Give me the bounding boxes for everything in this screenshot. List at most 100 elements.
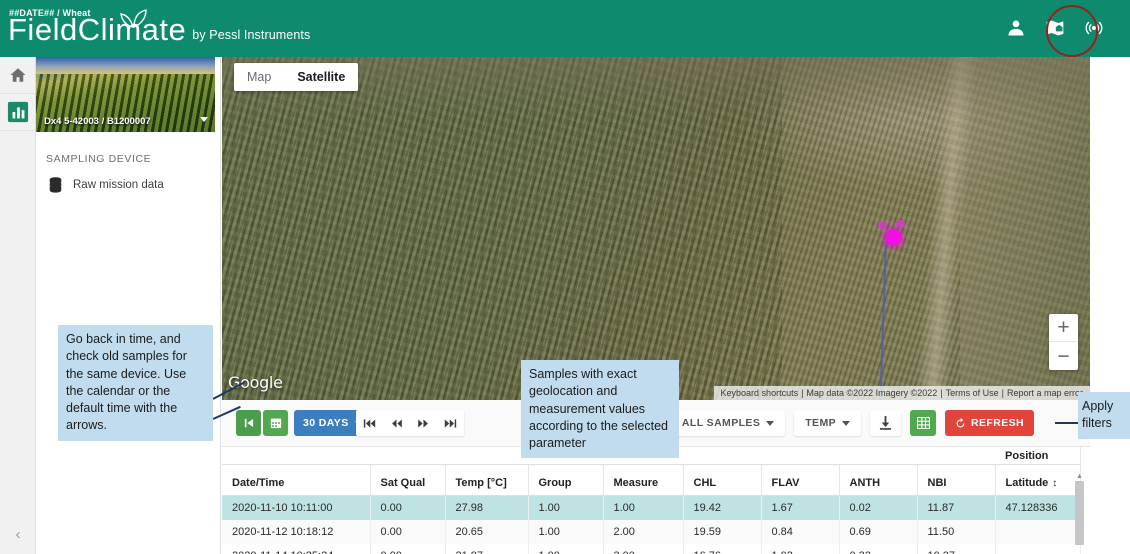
- refresh-button[interactable]: REFRESH: [945, 410, 1034, 436]
- user-icon[interactable]: [1006, 18, 1026, 38]
- attrib-keyboard-shortcuts[interactable]: Keyboard shortcuts: [721, 388, 799, 398]
- table-row[interactable]: 2020-11-12 10:18:12 0.00 20.65 1.00 2.00…: [222, 520, 1081, 544]
- nav-last-button[interactable]: [437, 410, 464, 436]
- date-range-label: 30 DAYS: [303, 417, 349, 429]
- time-nav-group: [356, 410, 464, 436]
- station-map-icon[interactable]: [1045, 18, 1065, 38]
- sample-cluster-fleck-1: [878, 221, 887, 229]
- cell-latitude: [995, 520, 1081, 544]
- map-type-map[interactable]: Map: [234, 63, 285, 91]
- left-rail: ‹: [0, 57, 36, 554]
- map-type-toggle[interactable]: Map Satellite: [234, 63, 359, 91]
- download-icon: [879, 416, 892, 430]
- group-header-position: Position: [995, 447, 1081, 465]
- column-header-date-time[interactable]: Date/Time: [222, 464, 371, 496]
- scrollbar-thumb[interactable]: [1075, 481, 1084, 545]
- sidebar: Dx4 5-42003 / B1200007 SAMPLING DEVICE R…: [36, 57, 221, 554]
- cell-temp: 21.87: [445, 544, 529, 554]
- rail-item-home[interactable]: [0, 57, 35, 94]
- brand-tagline: by Pessl Instruments: [192, 28, 311, 42]
- cell-measure: 3.00: [603, 544, 684, 554]
- cell-latitude: 47.128336: [995, 495, 1081, 520]
- cell-chl: 19.59: [683, 520, 762, 544]
- cell-group: 1.00: [528, 520, 604, 544]
- nav-first-button[interactable]: [356, 410, 383, 436]
- brand-logo[interactable]: FieldClimate by Pessl Instruments: [8, 14, 310, 45]
- download-button[interactable]: [870, 410, 902, 436]
- table-row[interactable]: 2020-11-14 10:25:24 0.00 21.87 1.00 3.00…: [222, 544, 1081, 554]
- cell-temp: 27.98: [445, 495, 529, 520]
- nav-prev-button[interactable]: [383, 410, 410, 436]
- column-header-latitude-label: Latitude: [1005, 477, 1049, 489]
- signal-icon[interactable]: [1084, 18, 1104, 38]
- map-attribution: Keyboard shortcuts | Map data ©2022 Imager…: [713, 386, 1090, 400]
- table-row[interactable]: 2020-11-10 10:11:00 0.00 27.98 1.00 1.00…: [222, 495, 1081, 520]
- scroll-up-arrow-icon[interactable]: ▲: [1076, 473, 1083, 480]
- column-header-sat-qual[interactable]: Sat Qual: [370, 464, 446, 496]
- chevron-down-icon: [842, 420, 851, 426]
- map-zoom-out-button[interactable]: −: [1049, 342, 1078, 370]
- sidebar-item-raw-mission-data[interactable]: Raw mission data: [48, 177, 220, 193]
- table-view-button[interactable]: [910, 410, 937, 436]
- calendar-button[interactable]: [263, 410, 288, 436]
- column-header-anth[interactable]: ANTH: [839, 464, 918, 496]
- attrib-terms[interactable]: Terms of Use: [946, 388, 999, 398]
- sidebar-collapse-button[interactable]: ‹: [0, 514, 36, 554]
- cell-sat-qual: 0.00: [370, 495, 446, 520]
- parameter-dropdown[interactable]: TEMP: [794, 410, 862, 436]
- cell-sat-qual: 0.00: [370, 520, 446, 544]
- samples-table: Position Date/Time Sat Qual Temp [°C] Gr…: [222, 447, 1081, 554]
- attrib-map-data: Map data ©2022 Imagery ©2022: [806, 388, 938, 398]
- app-root: ##DATE## / Wheat FieldClimate by Pessl I…: [0, 0, 1130, 554]
- grid-icon: [916, 417, 930, 429]
- sample-marker[interactable]: [885, 229, 902, 246]
- sidebar-item-label: Raw mission data: [73, 179, 164, 191]
- rewind-icon: [392, 418, 402, 428]
- map-zoom-controls[interactable]: + −: [1049, 314, 1078, 370]
- cell-latitude: [995, 544, 1081, 554]
- parameter-label: TEMP: [805, 417, 837, 429]
- column-header-measure[interactable]: Measure: [603, 464, 684, 496]
- nav-next-button[interactable]: [410, 410, 437, 436]
- cell-measure: 1.00: [603, 495, 684, 520]
- jump-to-start-button[interactable]: [236, 410, 261, 436]
- chevron-down-icon: [766, 420, 775, 426]
- samples-table-container[interactable]: Position Date/Time Sat Qual Temp [°C] Gr…: [222, 447, 1090, 554]
- map-canvas[interactable]: Map Satellite Google Keyboard shortcuts |…: [222, 57, 1090, 400]
- column-header-chl[interactable]: CHL: [683, 464, 762, 496]
- sidebar-section-title: SAMPLING DEVICE: [46, 153, 152, 165]
- cell-sat-qual: 0.00: [370, 544, 446, 554]
- cell-group: 1.00: [528, 544, 604, 554]
- rail-item-charts[interactable]: [0, 94, 35, 131]
- map-zoom-in-button[interactable]: +: [1049, 314, 1078, 342]
- cell-flav: 0.84: [761, 520, 840, 544]
- cell-anth: 0.32: [839, 544, 918, 554]
- cell-date-time: 2020-11-14 10:25:24: [222, 544, 371, 554]
- skip-start-icon: [244, 418, 253, 428]
- skip-first-icon: [363, 418, 376, 428]
- device-selector-card[interactable]: Dx4 5-42003 / B1200007: [36, 57, 215, 132]
- cell-anth: 0.02: [839, 495, 918, 520]
- table-scrollbar[interactable]: ▲: [1075, 473, 1084, 547]
- chevron-down-icon: [200, 117, 208, 122]
- skip-last-icon: [444, 418, 457, 428]
- attrib-report-error[interactable]: Report a map error: [1007, 388, 1083, 398]
- column-header-temp[interactable]: Temp [°C]: [445, 464, 529, 496]
- column-header-latitude[interactable]: Latitude ↕: [995, 464, 1081, 496]
- google-logo: Google: [228, 373, 283, 392]
- column-header-flav[interactable]: FLAV: [761, 464, 840, 496]
- column-header-group[interactable]: Group: [528, 464, 604, 496]
- refresh-icon: [956, 417, 965, 427]
- device-name: Dx4 5-42003 / B1200007: [44, 116, 151, 127]
- table-header-row: Date/Time Sat Qual Temp [°C] Group Measu…: [222, 464, 1081, 496]
- column-header-nbi[interactable]: NBI: [917, 464, 996, 496]
- annotation-calendar-note: Go back in time, and check old samples f…: [58, 325, 213, 441]
- annotation-apply-filters-note: Apply filters: [1078, 392, 1130, 439]
- home-icon: [10, 68, 25, 82]
- leaf-icon: [120, 9, 147, 28]
- map-type-satellite[interactable]: Satellite: [284, 63, 359, 91]
- chart-icon: [7, 101, 28, 123]
- sort-icon[interactable]: ↕: [1052, 478, 1057, 489]
- sample-cluster-fleck-2: [896, 220, 905, 228]
- cell-nbi: 10.27: [917, 544, 996, 554]
